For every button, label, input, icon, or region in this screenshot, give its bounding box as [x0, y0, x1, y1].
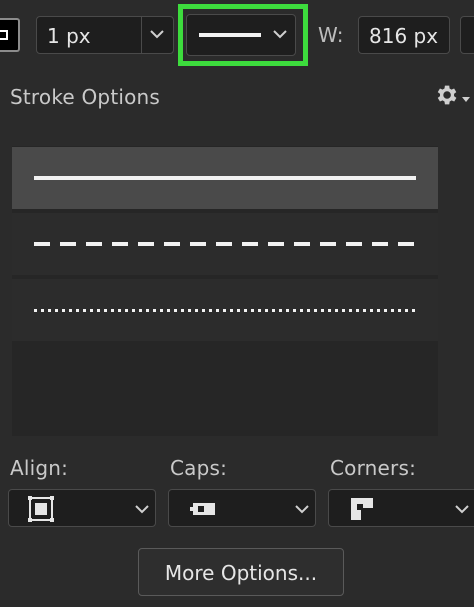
corners-label: Corners:: [330, 456, 417, 480]
width-label: W:: [318, 23, 344, 47]
chevron-down-icon: [455, 504, 469, 514]
stroke-color-swatch[interactable]: [0, 18, 20, 52]
solid-line-preview-icon: [199, 33, 261, 37]
miter-join-icon: [349, 496, 375, 526]
next-field-edge[interactable]: [460, 16, 474, 54]
dashed-line-icon: [34, 242, 416, 246]
align-label: Align:: [10, 456, 69, 480]
panel-title: Stroke Options: [10, 85, 161, 109]
dotted-line-icon: [34, 309, 416, 312]
chevron-down-icon: [135, 504, 149, 514]
align-dropdown[interactable]: [8, 489, 156, 527]
line-style-dropdown[interactable]: [186, 14, 296, 56]
stroke-style-list: [0, 140, 474, 440]
butt-cap-icon: [189, 496, 215, 526]
caps-label: Caps:: [170, 456, 228, 480]
settings-menu[interactable]: [433, 82, 473, 110]
stroke-width-divider: [141, 17, 142, 53]
swatch-inner-icon: [0, 30, 8, 40]
toolbar: 1 px W: 816 px: [0, 0, 474, 70]
solid-line-icon: [34, 176, 416, 180]
stroke-width-field[interactable]: 1 px: [36, 16, 174, 54]
chevron-down-icon: [295, 504, 309, 514]
chevron-down-icon: [273, 29, 287, 39]
chevron-down-icon[interactable]: [150, 29, 164, 39]
caps-dropdown[interactable]: [168, 489, 316, 527]
width-value: 816 px: [369, 24, 439, 48]
stroke-align-inside-icon: [27, 495, 55, 527]
width-field[interactable]: 816 px: [358, 16, 450, 54]
stroke-style-solid[interactable]: [12, 147, 438, 209]
caret-down-icon: [462, 97, 470, 102]
more-options-button[interactable]: More Options...: [138, 548, 344, 596]
corners-dropdown[interactable]: [328, 489, 474, 527]
gear-icon: [433, 82, 459, 112]
stroke-width-value: 1 px: [47, 24, 91, 48]
stroke-style-dashed[interactable]: [12, 213, 438, 275]
stroke-style-dotted[interactable]: [12, 279, 438, 341]
more-options-label: More Options...: [164, 561, 318, 585]
